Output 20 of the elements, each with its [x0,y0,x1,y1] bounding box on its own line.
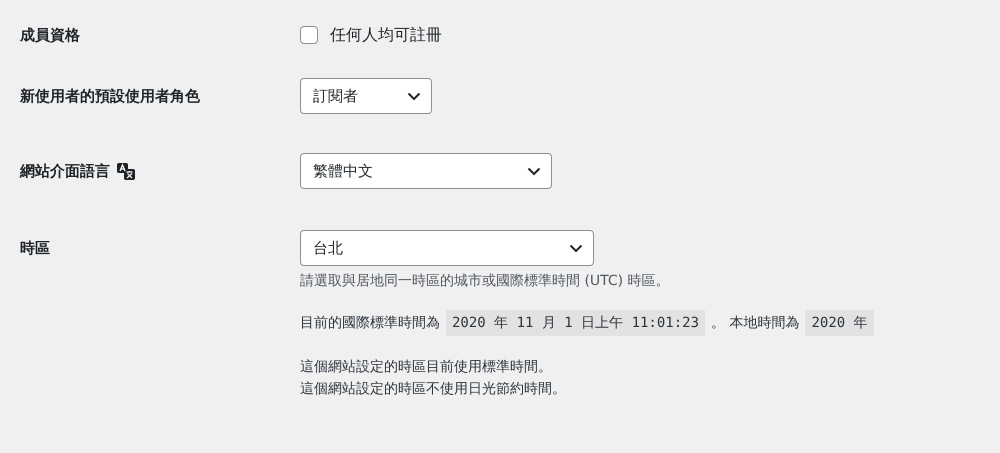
translate-icon [116,161,136,181]
setting-label: 成員資格 [20,26,80,44]
utc-time: 2020 年 11 月 1 日上午 11:01:23 [446,310,706,336]
utc-label: 目前的國際標準時間為 [300,314,440,332]
checkbox-label: 任何人均可註冊 [330,24,442,46]
description-text: 請選取與居地同一時區的城市或國際標準時間 (UTC) 時區。 [300,272,671,290]
local-label: 。 本地時間為 [711,314,800,332]
dropdown[interactable]: 訂閱者 [300,78,432,114]
setting-label: 時區 [20,238,50,258]
dropdown[interactable]: 台北 [300,230,594,266]
chevron-icon [569,244,583,252]
setting-label: 網站介面語言 [20,162,110,180]
timezone-note: 這個網站設定的時區目前使用標準時間。 [300,358,553,376]
timezone-note: 這個網站設定的時區不使用日光節約時間。 [300,380,567,398]
local-time: 2020 年 [805,310,874,336]
dropdown[interactable]: 繁體中文 [300,153,552,189]
chevron-icon [407,92,421,100]
chevron-icon [527,166,541,176]
setting-label: 新使用者的預設使用者角色 [20,86,200,106]
checkbox[interactable] [300,26,318,44]
